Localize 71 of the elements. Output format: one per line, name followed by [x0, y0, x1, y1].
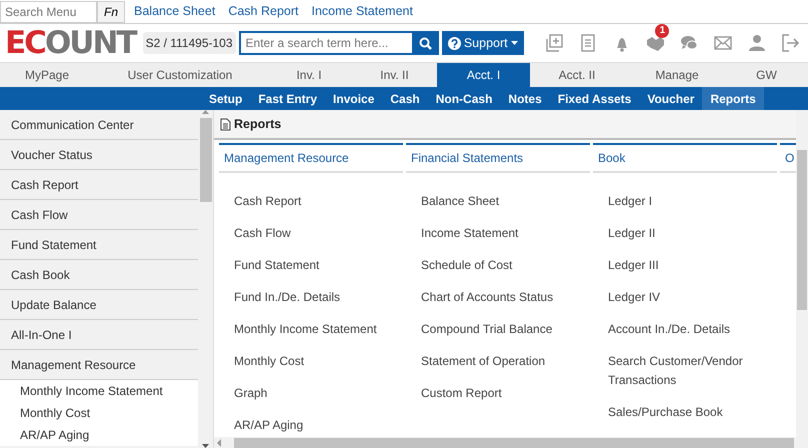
scrollbar[interactable]: [198, 110, 214, 448]
search-field[interactable]: Enter a search term here...: [238, 31, 412, 55]
support-button[interactable]: Support: [442, 31, 524, 55]
column-heading[interactable]: Financial Statements: [406, 143, 590, 173]
sidebar-subitem[interactable]: AR/AP Aging: [0, 424, 198, 446]
menu-tab[interactable]: GW: [730, 63, 803, 87]
submenu-item[interactable]: Notes: [500, 87, 550, 110]
report-link[interactable]: Ledger I: [593, 192, 777, 211]
report-link[interactable]: Sales/Purchase Book: [593, 403, 777, 422]
mail-icon[interactable]: [714, 34, 732, 52]
submenu-item[interactable]: Cash: [382, 87, 428, 110]
search-icon: [419, 36, 432, 50]
document-icon: [220, 118, 231, 130]
submenu-item[interactable]: Voucher: [639, 87, 702, 110]
search-button[interactable]: [412, 31, 439, 55]
report-link[interactable]: Custom Report: [406, 384, 590, 403]
report-link[interactable]: Fund Statement: [219, 256, 403, 275]
quick-link[interactable]: Cash Report: [228, 2, 298, 21]
report-link[interactable]: Graph: [219, 384, 403, 403]
report-link[interactable]: Search Customer/Vendor Transactions: [593, 352, 777, 390]
scrollbar-thumb[interactable]: [797, 150, 807, 310]
new-window-icon[interactable]: [544, 34, 563, 52]
quick-link[interactable]: Balance Sheet: [134, 2, 216, 21]
submenu-item[interactable]: Fast Entry: [250, 87, 326, 110]
report-link[interactable]: Statement of Operation: [406, 352, 590, 371]
sidebar-subitem[interactable]: Monthly Income Statement: [0, 380, 198, 402]
report-link[interactable]: Chart of Accounts Status: [406, 288, 590, 307]
document-icon[interactable]: [578, 34, 597, 52]
submenu-item[interactable]: Invoice: [325, 87, 382, 110]
menu-tab[interactable]: Inv. II: [352, 63, 437, 87]
report-link[interactable]: Cash Report: [219, 192, 403, 211]
report-link[interactable]: Account In./De. Details: [593, 320, 777, 339]
menu-tab[interactable]: Acct. I: [437, 63, 530, 87]
report-link[interactable]: Cash Flow: [219, 224, 403, 243]
company-code: S2 / 111495-103: [142, 32, 236, 54]
submenu-item[interactable]: Reports: [702, 87, 764, 110]
search-menu-field[interactable]: Search Menu: [0, 1, 97, 23]
fn-button[interactable]: Fn: [97, 1, 125, 23]
menu-tab[interactable]: Manage: [624, 63, 730, 87]
chat-icon[interactable]: [680, 34, 698, 52]
help-icon: [448, 36, 461, 50]
panel-title: Reports: [234, 116, 282, 133]
report-link[interactable]: Ledger II: [593, 224, 777, 243]
report-link[interactable]: Ledger III: [593, 256, 777, 275]
report-link[interactable]: Ledger IV: [593, 288, 777, 307]
scroll-down-icon[interactable]: [202, 444, 209, 448]
report-link[interactable]: Income Statement: [406, 224, 590, 243]
notification-badge: 1: [655, 24, 670, 38]
report-link[interactable]: Monthly Income Statement: [219, 320, 403, 339]
report-link[interactable]: Schedule of Cost: [406, 256, 590, 275]
report-link[interactable]: Fund In./De. Details: [219, 288, 403, 307]
menu-tab[interactable]: Inv. I: [266, 63, 352, 87]
user-icon[interactable]: [748, 34, 766, 52]
scrollbar-thumb[interactable]: [200, 118, 212, 202]
logout-icon[interactable]: [782, 34, 800, 52]
report-link[interactable]: Compound Trial Balance: [406, 320, 590, 339]
report-link[interactable]: Balance Sheet: [406, 192, 590, 211]
submenu-item[interactable]: Fixed Assets: [550, 87, 640, 110]
column-heading[interactable]: Management Resource: [219, 143, 403, 173]
menu-tab[interactable]: Acct. II: [530, 63, 624, 87]
submenu-item[interactable]: Setup: [201, 87, 250, 110]
submenu-item[interactable]: Non-Cash: [428, 87, 500, 110]
menu-tab[interactable]: User Customization: [94, 63, 266, 87]
quick-link[interactable]: Income Statement: [312, 2, 413, 21]
menu-tab[interactable]: MyPage: [0, 63, 94, 87]
logo: ECOUNT: [5, 28, 136, 58]
caret-icon: [510, 41, 518, 45]
column-heading[interactable]: Book: [593, 143, 777, 173]
report-link[interactable]: AR/AP Aging: [219, 416, 403, 435]
report-link[interactable]: Monthly Cost: [219, 352, 403, 371]
sidebar-subitem[interactable]: Monthly Cost: [0, 402, 198, 424]
